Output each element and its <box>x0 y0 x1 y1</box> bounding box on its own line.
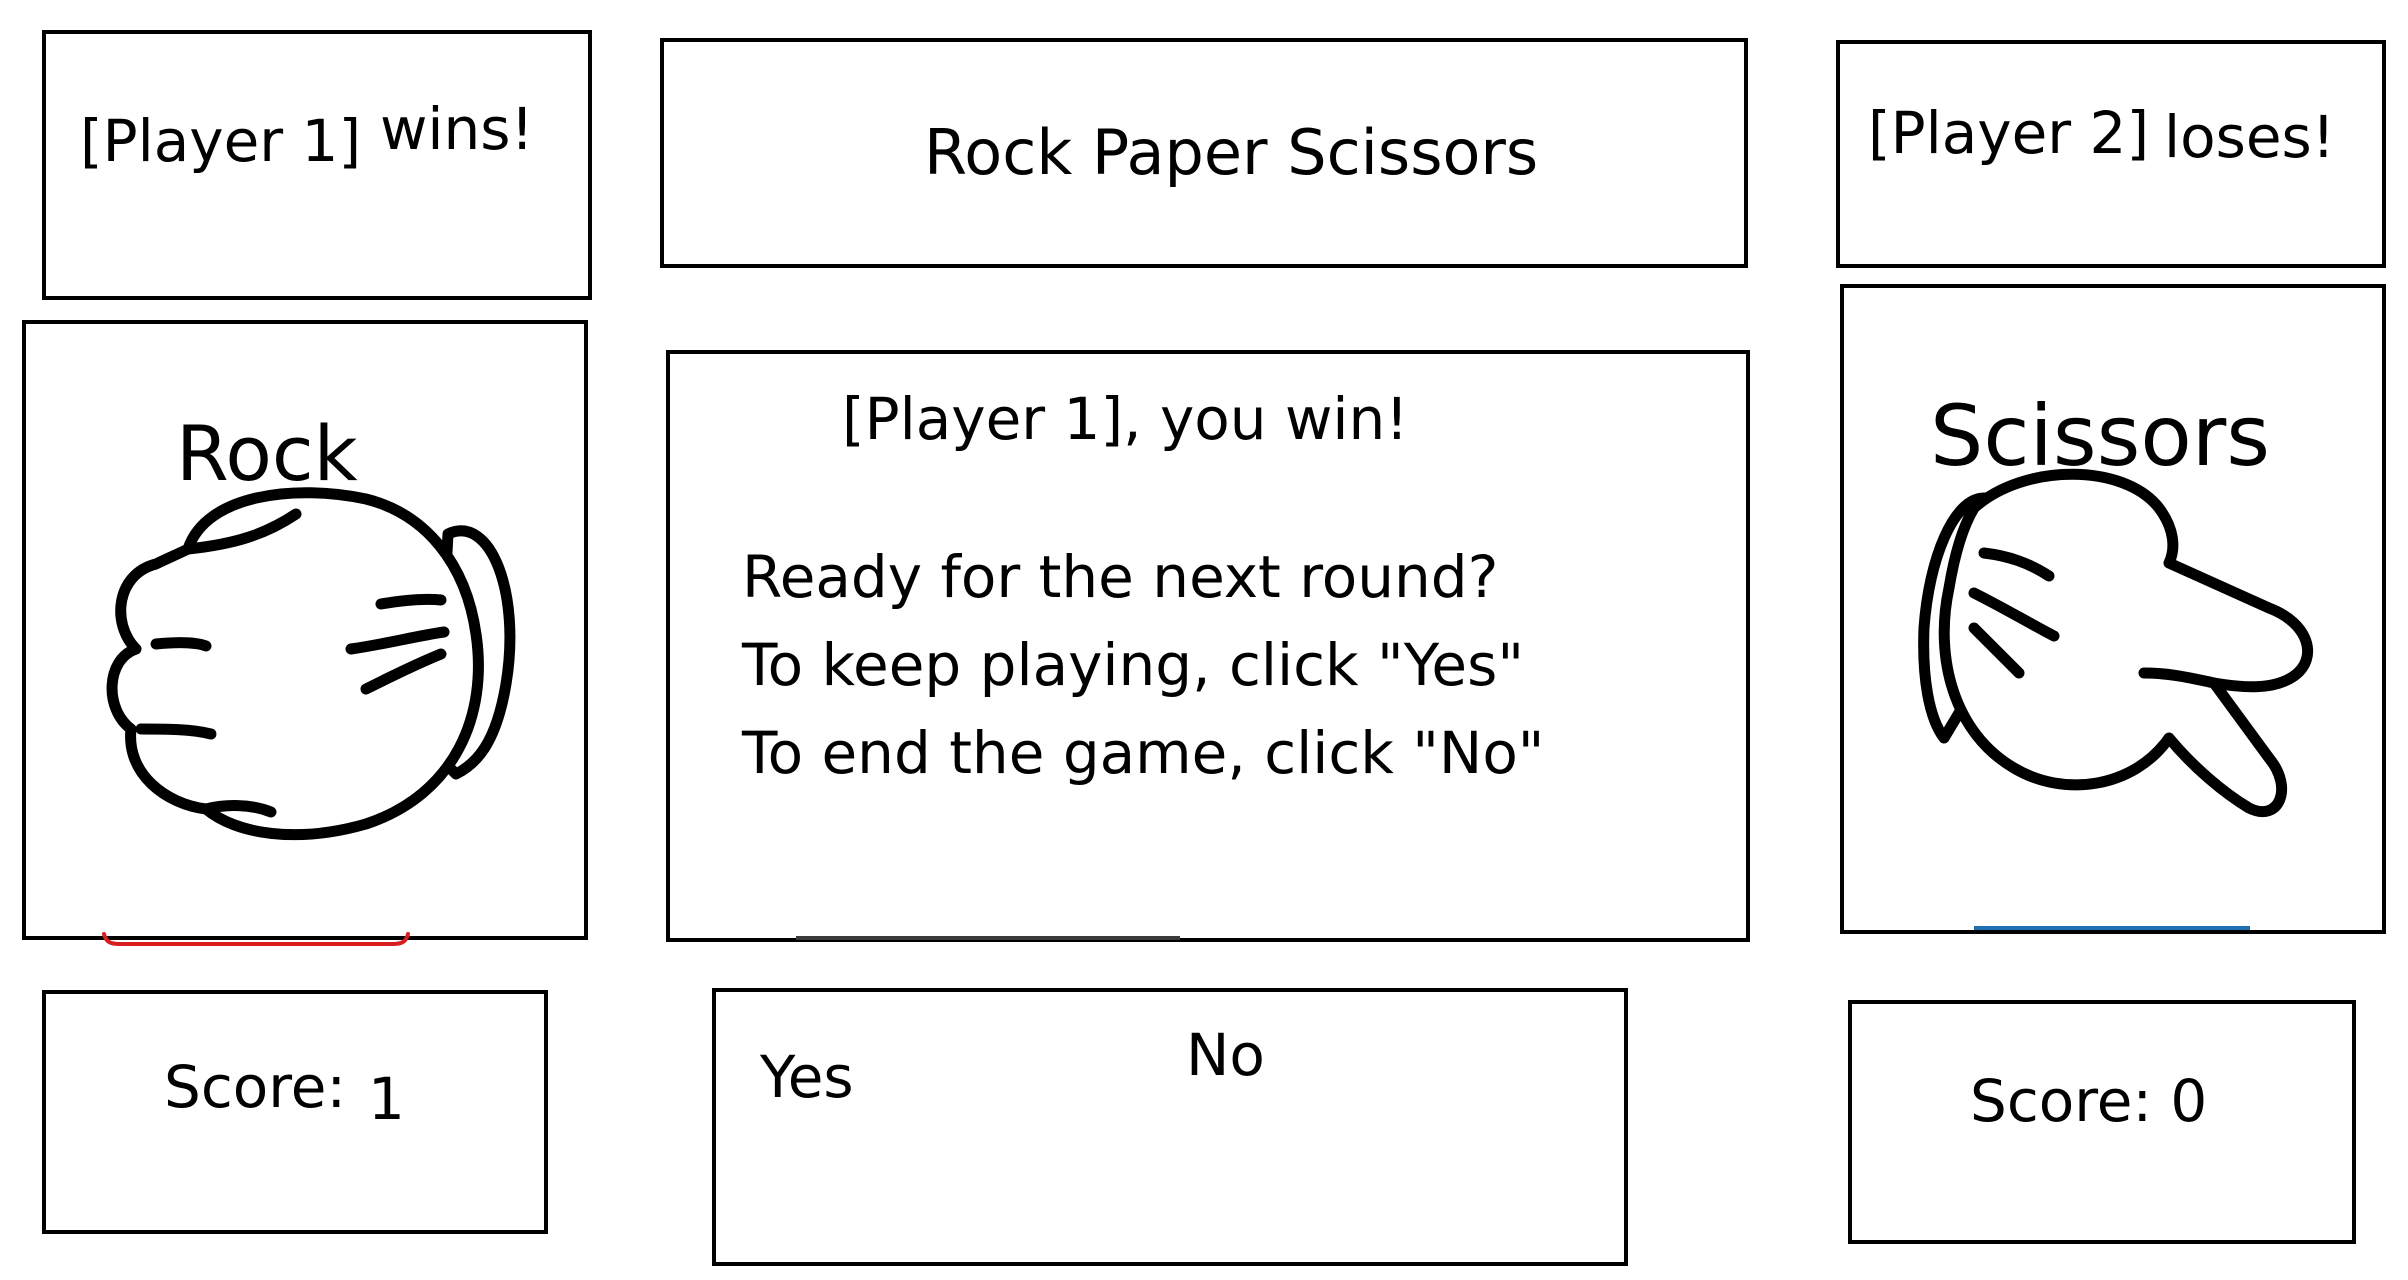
player1-status-name: [Player 1] <box>80 107 362 175</box>
player1-status-box: [Player 1] wins! <box>42 30 592 300</box>
actions-box: Yes No <box>712 988 1628 1266</box>
message-line-3: To end the game, click "No" <box>742 719 1545 787</box>
player1-score-label: Score: <box>164 1053 346 1121</box>
player2-panel-bottom-accent <box>1974 926 2250 930</box>
player2-status-name: [Player 2] <box>1868 99 2150 167</box>
player1-choice-panel: Rock <box>22 320 588 940</box>
message-line-1: Ready for the next round? <box>742 543 1499 611</box>
rock-fist-icon <box>106 487 516 841</box>
squiggle-underline <box>102 932 410 946</box>
title-box: Rock Paper Scissors <box>660 38 1748 268</box>
player1-status-result: wins! <box>380 95 534 163</box>
message-line-2: To keep playing, click "Yes" <box>742 631 1525 699</box>
page-title: Rock Paper Scissors <box>924 116 1539 189</box>
player2-score-label: Score: 0 <box>1970 1067 2208 1135</box>
player2-choice-panel: Scissors <box>1840 284 2386 934</box>
player2-choice-label: Scissors <box>1930 387 2271 485</box>
player2-status-box: [Player 2] loses! <box>1836 40 2386 268</box>
player2-status-result: loses! <box>2164 103 2335 171</box>
scissors-hand-icon <box>1918 468 2314 818</box>
player1-score-value: 1 <box>368 1065 405 1133</box>
message-headline: [Player 1], you win! <box>842 385 1409 453</box>
player1-score-box: Score: 1 <box>42 990 548 1234</box>
yes-button[interactable]: Yes <box>760 1048 854 1106</box>
player2-score-box: Score: 0 <box>1848 1000 2356 1244</box>
no-button[interactable]: No <box>1186 1026 1265 1084</box>
message-panel-bottom-accent <box>796 936 1180 940</box>
message-panel: [Player 1], you win! Ready for the next … <box>666 350 1750 942</box>
